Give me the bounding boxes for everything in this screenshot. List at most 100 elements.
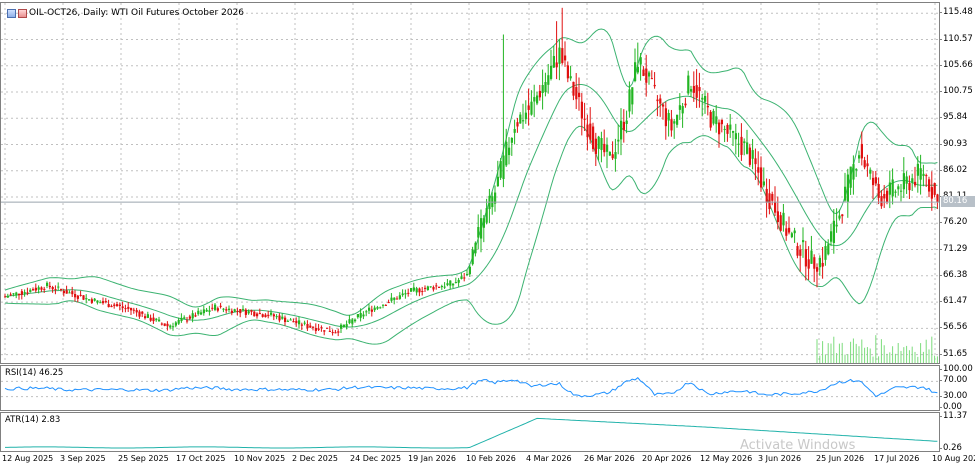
candle-body — [477, 227, 480, 238]
candle-body — [155, 318, 158, 321]
volume-bar — [850, 341, 852, 363]
candle-body — [9, 294, 12, 296]
candle-body — [639, 57, 642, 65]
candle-body — [373, 307, 376, 311]
volume-bar — [889, 352, 891, 363]
rsi-pane[interactable]: RSI(14) 46.25 — [0, 365, 940, 411]
candle-body — [46, 282, 49, 287]
candle-body — [43, 288, 46, 290]
candle-body — [320, 327, 323, 329]
candle-body — [625, 120, 628, 124]
volume-bar — [914, 351, 916, 363]
candle-body — [186, 320, 189, 322]
volume-bar — [880, 339, 882, 363]
candle-body — [452, 283, 455, 286]
candle-body — [832, 220, 835, 243]
volume-bar — [908, 350, 910, 363]
candle-body — [788, 227, 791, 233]
window-icon[interactable] — [7, 8, 16, 18]
candle-body — [891, 179, 894, 197]
candle-body — [905, 176, 908, 184]
candle-body — [23, 292, 26, 294]
candle-body — [575, 87, 578, 100]
candle-body — [99, 302, 102, 304]
price-tick: 110.57 — [939, 34, 975, 44]
candle-body — [821, 262, 824, 267]
candle-body — [709, 111, 712, 128]
price-chart-pane[interactable]: OIL-OCT26, Daily: WTI Oil Futures Octobe… — [0, 2, 940, 364]
candle-body — [729, 124, 732, 130]
price-tick-label: 76.20 — [943, 217, 968, 228]
candle-body — [628, 89, 631, 112]
candle-body — [751, 150, 754, 159]
candle-body — [880, 196, 883, 207]
candle-body — [20, 291, 23, 295]
candle-body — [547, 75, 550, 85]
candle-body — [200, 312, 203, 315]
candle-body — [144, 316, 147, 319]
candle-body — [536, 95, 539, 104]
candle-body — [219, 305, 222, 307]
price-scale[interactable]: 115.48 110.57 105.66 100.75 95.84 90.93 86.02 8… — [939, 0, 975, 453]
candle-body — [435, 285, 438, 287]
candle-body — [723, 128, 726, 130]
volume-bar — [925, 339, 927, 363]
candle-body — [418, 288, 421, 293]
candle-body — [916, 163, 919, 176]
candle-body — [116, 304, 119, 307]
date-axis[interactable]: 12 Aug 2025 3 Sep 2025 25 Sep 2025 17 Oct 2… — [0, 452, 975, 468]
candle-body — [253, 311, 256, 317]
volume-bar — [894, 353, 896, 363]
volume-bar — [920, 343, 922, 363]
candle-body — [796, 246, 799, 256]
candle-body — [908, 183, 911, 191]
price-tick: 115.48 — [939, 7, 975, 17]
candle-body — [426, 286, 429, 291]
candle-body — [569, 76, 572, 79]
candle-body — [712, 110, 715, 124]
candle-body — [225, 309, 228, 311]
date-tick-label: 10 Feb 2026 — [466, 454, 516, 463]
candle-body — [872, 177, 875, 186]
candle-body — [102, 301, 105, 304]
candle-body — [12, 293, 15, 295]
candle-body — [286, 320, 289, 322]
price-tick: 76.20 — [939, 217, 975, 228]
chart-type-icon[interactable] — [18, 8, 27, 18]
candle-body — [96, 300, 99, 303]
candle-body — [449, 280, 452, 286]
candle-body — [603, 143, 606, 153]
volume-bar — [934, 355, 936, 363]
candle-body — [398, 295, 401, 299]
candle-body — [354, 319, 357, 322]
candle-body — [925, 175, 928, 177]
rsi-tick-label: 100.00 — [943, 364, 973, 374]
candle-body — [818, 257, 821, 268]
atr-label: ATR(14) 2.83 — [5, 415, 61, 425]
price-tick: 51.65 — [939, 349, 975, 359]
volume-bar — [917, 356, 919, 363]
candle-body — [37, 287, 40, 290]
candle-body — [667, 113, 670, 121]
candle-body — [211, 307, 214, 309]
candle-body — [29, 289, 32, 292]
candle-body — [454, 282, 457, 284]
candle-body — [270, 312, 273, 315]
candle-body — [900, 190, 903, 192]
candle-body — [228, 308, 231, 310]
candle-body — [561, 48, 564, 63]
candle-body — [622, 121, 625, 130]
candle-body — [869, 169, 872, 174]
volume-bar — [931, 336, 933, 363]
candle-body — [216, 308, 219, 311]
candle-body — [68, 292, 71, 294]
candle-body — [233, 309, 236, 312]
candle-body — [827, 244, 830, 255]
candle-body — [82, 295, 85, 300]
candle-body — [407, 292, 410, 294]
candle-body — [396, 298, 399, 300]
volume-bar — [903, 347, 905, 363]
candle-body — [74, 294, 77, 298]
candle-body — [482, 218, 485, 228]
candle-body — [4, 296, 7, 298]
